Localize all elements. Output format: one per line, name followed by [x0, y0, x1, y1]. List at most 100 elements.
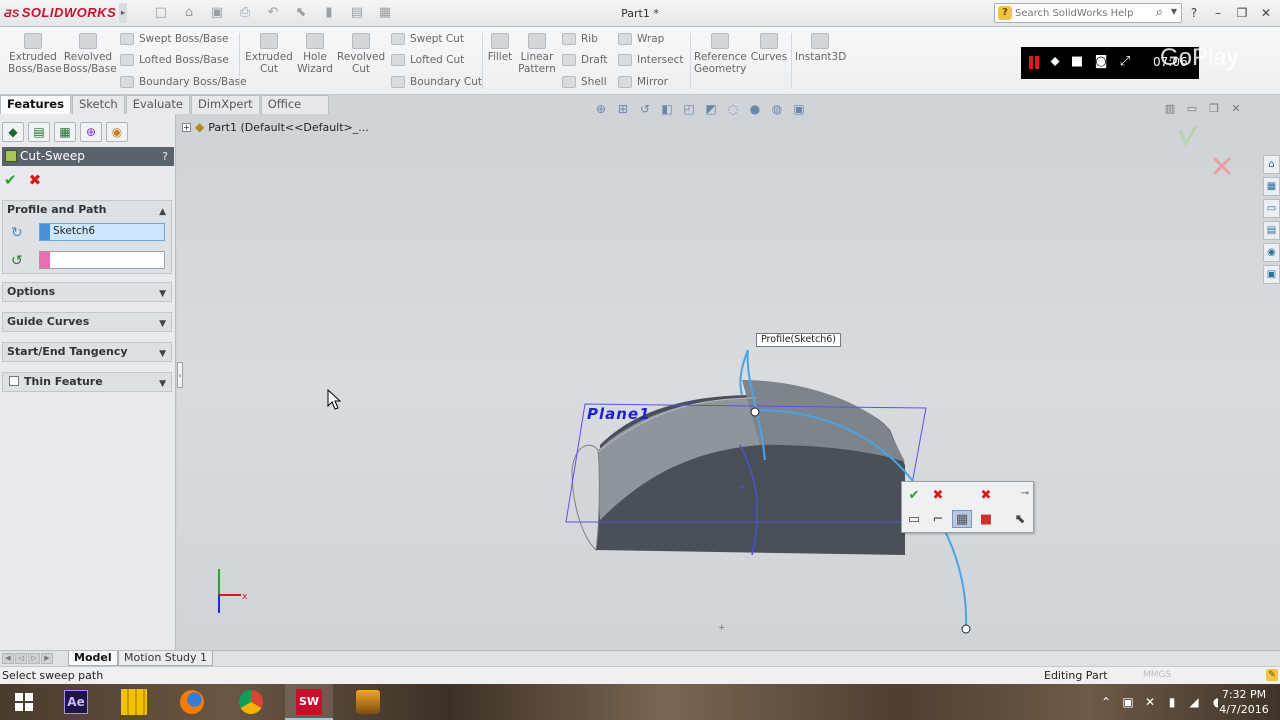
appearances-icon[interactable]: ◉: [1263, 243, 1280, 262]
plane-label[interactable]: Plane1: [587, 405, 651, 423]
guide-curves-group[interactable]: Guide Curves ▼: [2, 312, 172, 332]
configurationmanager-tab-icon[interactable]: ▦: [54, 122, 76, 142]
pin-icon[interactable]: ⊸: [1015, 484, 1035, 502]
taskbar-firefox[interactable]: [168, 684, 216, 720]
network-error-icon[interactable]: ✕: [1142, 695, 1158, 709]
thin-feature-group[interactable]: Thin Feature ▼: [2, 372, 172, 392]
profile-path-group: Profile and Path ▲ ↻ Sketch6 ↺: [2, 200, 172, 274]
confirm-icon[interactable]: [1178, 125, 1198, 148]
property-manager-header: Cut-Sweep ?: [2, 147, 174, 166]
expand-icon[interactable]: ▼: [159, 315, 166, 333]
sketch-origin-mark: +: [738, 483, 746, 493]
reject-icon[interactable]: ✖: [928, 486, 948, 504]
last-tab-icon[interactable]: ▶: [41, 653, 53, 664]
profile-selection-box[interactable]: Sketch6: [39, 223, 165, 241]
accept-icon[interactable]: ✔: [904, 486, 924, 504]
windows-logo-icon: [15, 693, 33, 711]
dimxpertmanager-tab-icon[interactable]: ⊕: [80, 122, 102, 142]
confirmation-corner[interactable]: [1178, 125, 1232, 176]
taskbar-after-effects[interactable]: Ae: [52, 684, 100, 720]
system-tray: ⌃ ▣ ✕ ▮ ◢ ◖: [1098, 684, 1224, 720]
path-icon: ↺: [11, 253, 23, 269]
path-endpoint[interactable]: [961, 624, 971, 634]
model-tabs-strip: ◀ ◁ ▷ ▶ Model Motion Study 1: [0, 650, 1280, 666]
profile-color-swatch: [40, 224, 50, 240]
view-palette-icon[interactable]: ▤: [1263, 221, 1280, 240]
profile-value: Sketch6: [53, 225, 96, 237]
select-cursor-icon[interactable]: ⬉: [1010, 510, 1030, 528]
closed-loop-icon[interactable]: ■: [976, 510, 996, 528]
taskbar-solidworks[interactable]: SW: [285, 684, 333, 720]
clock-date: 4/7/2016: [1219, 703, 1269, 716]
status-bar: Select sweep path Editing Part MMGS ✎: [0, 666, 1280, 684]
design-library-icon[interactable]: ▦: [1263, 177, 1280, 196]
origin-mark: +: [718, 623, 726, 633]
solidworks-app-icon: SW: [296, 689, 322, 715]
folder-icon: [121, 689, 147, 715]
mouse-cursor-icon: [327, 389, 342, 410]
collapse-icon[interactable]: ▲: [159, 203, 166, 221]
profile-icon: ↻: [11, 225, 23, 241]
tab-scroll-arrows: ◀ ◁ ▷ ▶: [2, 653, 53, 664]
expand-icon[interactable]: ▼: [159, 375, 166, 393]
firefox-icon: [180, 690, 204, 714]
featuremanager-tab-icon[interactable]: ◆: [2, 122, 24, 142]
tray-app-icon[interactable]: ▣: [1120, 695, 1136, 709]
after-effects-icon: Ae: [64, 690, 88, 714]
tangency-group[interactable]: Start/End Tangency ▼: [2, 342, 172, 362]
pm-title: Cut-Sweep: [20, 149, 85, 163]
file-explorer-icon[interactable]: ▭: [1263, 199, 1280, 218]
recorder-app-icon: [356, 690, 380, 714]
wifi-icon[interactable]: ◢: [1186, 695, 1202, 709]
sketch-popup-toolbar: ✔ ✖ ✖ ⊸ ▭ ⌐ ▦ ■ ⬉: [901, 481, 1034, 533]
system-clock[interactable]: 7:32 PM 4/7/2016: [1218, 687, 1270, 717]
profile-path-group-title[interactable]: Profile and Path ▲: [3, 201, 171, 219]
editing-status: Editing Part: [1044, 669, 1108, 682]
unit-system[interactable]: MMGS: [1143, 670, 1171, 680]
taskbar-recorder[interactable]: [344, 684, 392, 720]
tab-motion-study[interactable]: Motion Study 1: [118, 651, 214, 666]
displaymanager-tab-icon[interactable]: ◉: [106, 122, 128, 142]
notifications-icon[interactable]: ⌃: [1098, 695, 1114, 709]
battery-icon[interactable]: ▮: [1164, 695, 1180, 709]
path-selection-box[interactable]: [39, 251, 165, 269]
cancel-corner-icon[interactable]: [1212, 156, 1232, 176]
pm-help-icon[interactable]: ?: [162, 147, 168, 166]
region-icon[interactable]: ▦: [952, 510, 972, 528]
selection-box-icon[interactable]: ▭: [904, 510, 924, 528]
model-geometry: + +: [565, 125, 1232, 634]
profile-point[interactable]: [750, 407, 760, 417]
custom-properties-icon[interactable]: ▣: [1263, 265, 1280, 284]
next-tab-icon[interactable]: ▷: [28, 653, 40, 664]
coordinate-triad: x: [218, 569, 248, 613]
rebuild-status-icon[interactable]: ✎: [1266, 669, 1278, 681]
options-group[interactable]: Options ▼: [2, 282, 172, 302]
first-tab-icon[interactable]: ◀: [2, 653, 14, 664]
cancel-button[interactable]: ✖: [29, 171, 42, 189]
cut-sweep-icon: [5, 150, 17, 162]
manager-tabs: ◆ ▤ ▦ ⊕ ◉: [0, 122, 128, 144]
path-color-swatch: [40, 252, 50, 268]
cancel-selection-icon[interactable]: ✖: [976, 486, 996, 504]
open-loop-icon[interactable]: ⌐: [928, 510, 948, 528]
x-axis-label: x: [242, 592, 248, 602]
panel-collapse-handle[interactable]: ‹: [177, 362, 183, 388]
propertymanager-tab-icon[interactable]: ▤: [28, 122, 50, 142]
task-pane-tabs: ⌂ ▦ ▭ ▤ ◉ ▣: [1263, 155, 1280, 284]
prev-tab-icon[interactable]: ◁: [15, 653, 27, 664]
chrome-icon: [239, 690, 263, 714]
taskbar-chrome[interactable]: [227, 684, 275, 720]
profile-callout[interactable]: Profile(Sketch6): [756, 333, 842, 347]
start-button[interactable]: [0, 684, 48, 720]
ok-button[interactable]: ✔: [4, 171, 17, 189]
expand-icon[interactable]: ▼: [159, 345, 166, 363]
tab-model[interactable]: Model: [68, 651, 118, 666]
thin-feature-checkbox[interactable]: [9, 376, 19, 386]
expand-icon[interactable]: ▼: [159, 285, 166, 303]
taskbar-file-explorer[interactable]: [110, 684, 158, 720]
clock-time: 7:32 PM: [1221, 688, 1267, 701]
windows-taskbar: Ae SW ⌃ ▣ ✕ ▮ ◢ ◖ 7:32 PM 4/7/2016: [0, 684, 1280, 720]
ok-cancel-row: ✔ ✖: [4, 171, 41, 189]
property-manager-panel: ◆ ▤ ▦ ⊕ ◉ Cut-Sweep ? ✔ ✖ Profile and Pa…: [0, 114, 176, 650]
home-icon[interactable]: ⌂: [1263, 155, 1280, 174]
